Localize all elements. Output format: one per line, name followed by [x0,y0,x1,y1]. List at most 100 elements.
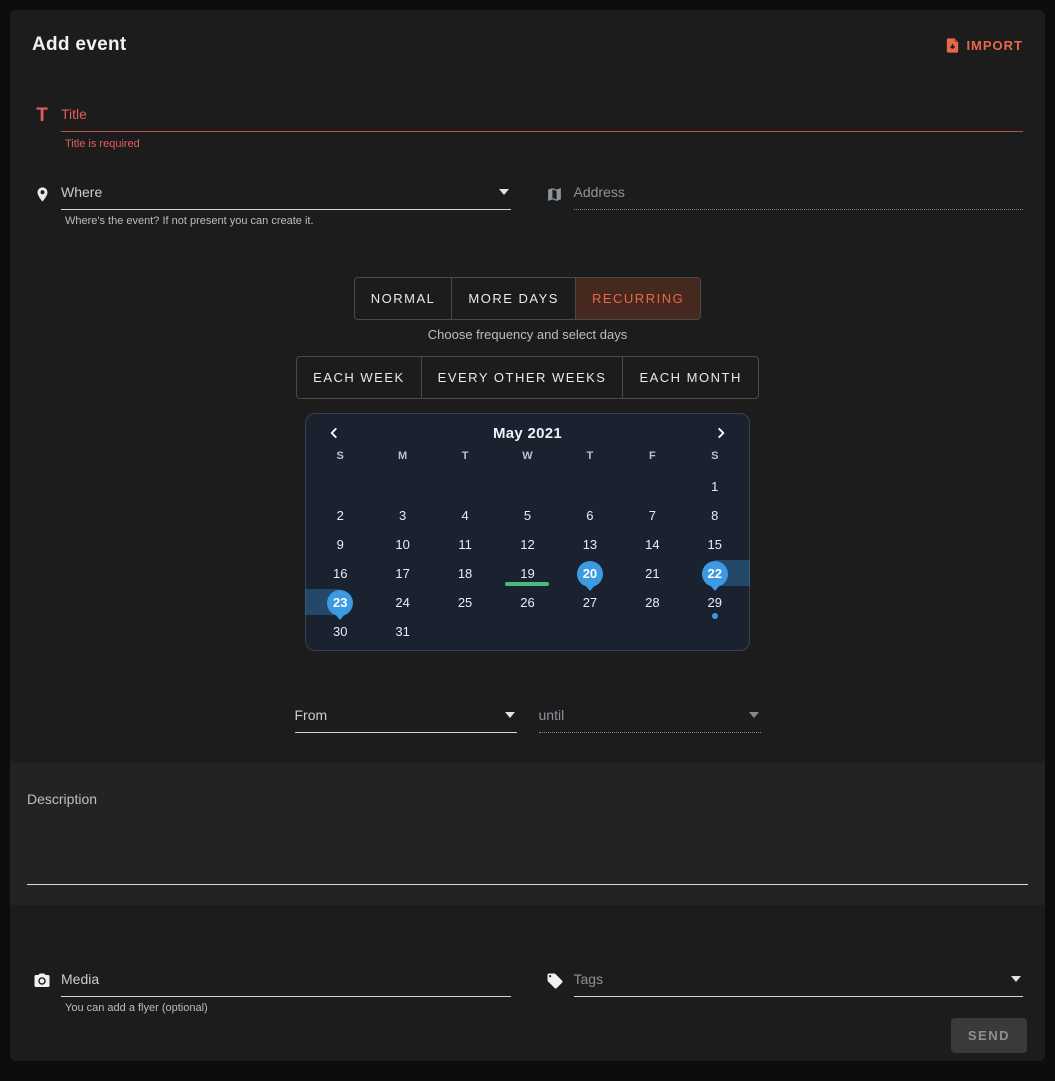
tag-icon [545,972,565,990]
calendar-day-25[interactable]: 25 [434,588,496,617]
media-column: Media You can add a flyer (optional) [28,971,515,1014]
calendar-day-6[interactable]: 6 [559,501,621,530]
import-button[interactable]: IMPORT [944,37,1023,54]
from-dropdown-caret-icon [505,712,515,718]
day-number: 15 [708,537,722,552]
calendar-empty-cell [434,472,496,501]
media-tags-section: Media You can add a flyer (optional) Tag… [10,905,1045,1061]
day-number: 21 [645,566,659,581]
weekday-label: W [496,450,558,468]
day-number: 27 [583,595,597,610]
weekday-label: F [621,450,683,468]
frequency-tabs: EACH WEEKEVERY OTHER WEEKSEACH MONTH [296,356,759,399]
map-icon [545,186,565,203]
calendar-day-10[interactable]: 10 [371,530,433,559]
calendar-day-1[interactable]: 1 [684,472,746,501]
calendar-day-23[interactable]: 23 [309,588,371,617]
frequency-option-each-week[interactable]: EACH WEEK [297,357,421,398]
calendar-day-24[interactable]: 24 [371,588,433,617]
calendar-day-28[interactable]: 28 [621,588,683,617]
calendar-empty-cell [559,472,621,501]
where-column: Where Where's the event? If not present … [28,184,515,227]
title-error: Title is required [65,138,1027,150]
calendar-day-14[interactable]: 14 [621,530,683,559]
tab-recurring[interactable]: RECURRING [575,278,700,319]
calendar-day-12[interactable]: 12 [496,530,558,559]
address-input[interactable]: Address [574,184,1024,210]
send-button[interactable]: SEND [951,1018,1027,1053]
calendar-day-19[interactable]: 19 [496,559,558,588]
day-number: 3 [399,508,406,523]
calendar-day-7[interactable]: 7 [621,501,683,530]
where-select[interactable]: Where [61,184,511,210]
calendar-next-month-button[interactable] [712,424,730,442]
tab-more-days[interactable]: MORE DAYS [451,278,575,319]
day-number: 16 [333,566,347,581]
calendar-day-31[interactable]: 31 [371,617,433,646]
chevron-left-icon [327,426,341,440]
calendar-day-11[interactable]: 11 [434,530,496,559]
day-number: 12 [520,537,534,552]
selected-day-number: 23 [327,590,353,616]
where-dropdown-caret-icon [499,189,509,195]
calendar-day-grid: 1234567891011121314151617181920212223242… [309,472,746,646]
calendar-day-26[interactable]: 26 [496,588,558,617]
page-title: Add event [32,34,127,56]
calendar-day-20[interactable]: 20 [559,559,621,588]
calendar-day-3[interactable]: 3 [371,501,433,530]
frequency-option-every-other-weeks[interactable]: EVERY OTHER WEEKS [421,357,623,398]
calendar-day-22[interactable]: 22 [684,559,746,588]
day-number: 29 [708,595,722,610]
weekday-label: M [371,450,433,468]
from-select[interactable]: From [295,707,517,733]
selected-day-number: 22 [702,561,728,587]
calendar-day-21[interactable]: 21 [621,559,683,588]
calendar-day-17[interactable]: 17 [371,559,433,588]
calendar-day-13[interactable]: 13 [559,530,621,559]
calendar-month-title: May 2021 [493,425,562,442]
calendar-day-18[interactable]: 18 [434,559,496,588]
media-helper: You can add a flyer (optional) [65,1002,515,1014]
until-select[interactable]: until [539,707,761,733]
calendar-day-27[interactable]: 27 [559,588,621,617]
description-input[interactable]: Description [27,791,1028,885]
tags-field: Tags [541,971,1028,997]
media-tags-row: Media You can add a flyer (optional) Tag… [28,971,1027,1014]
weekday-label: T [434,450,496,468]
address-column: Address [541,184,1028,227]
calendar-day-5[interactable]: 5 [496,501,558,530]
day-number: 2 [337,508,344,523]
until-dropdown-caret-icon [749,712,759,718]
import-file-icon [944,37,961,54]
tags-select[interactable]: Tags [574,971,1024,997]
day-number: 11 [458,537,472,552]
calendar-day-8[interactable]: 8 [684,501,746,530]
title-input[interactable]: Title [61,106,1023,132]
day-number: 30 [333,624,347,639]
calendar-day-16[interactable]: 16 [309,559,371,588]
tags-dropdown-caret-icon [1011,976,1021,982]
calendar-day-4[interactable]: 4 [434,501,496,530]
day-number: 26 [520,595,534,610]
day-number: 31 [395,624,409,639]
tags-placeholder: Tags [574,971,604,987]
calendar-day-15[interactable]: 15 [684,530,746,559]
tab-normal[interactable]: NORMAL [355,278,452,319]
weekday-label: T [559,450,621,468]
media-input[interactable]: Media [61,971,511,997]
where-placeholder: Where [61,184,102,200]
calendar-day-29[interactable]: 29 [684,588,746,617]
description-section: Description [10,763,1045,905]
frequency-option-each-month[interactable]: EACH MONTH [622,357,757,398]
title-placeholder: Title [61,106,87,122]
weekday-label: S [684,450,746,468]
calendar-day-9[interactable]: 9 [309,530,371,559]
import-label: IMPORT [966,38,1023,53]
calendar-empty-cell [309,472,371,501]
where-field: Where [28,184,515,210]
calendar-day-2[interactable]: 2 [309,501,371,530]
calendar-day-30[interactable]: 30 [309,617,371,646]
day-number: 13 [583,537,597,552]
chevron-right-icon [714,426,728,440]
calendar-prev-month-button[interactable] [325,424,343,442]
